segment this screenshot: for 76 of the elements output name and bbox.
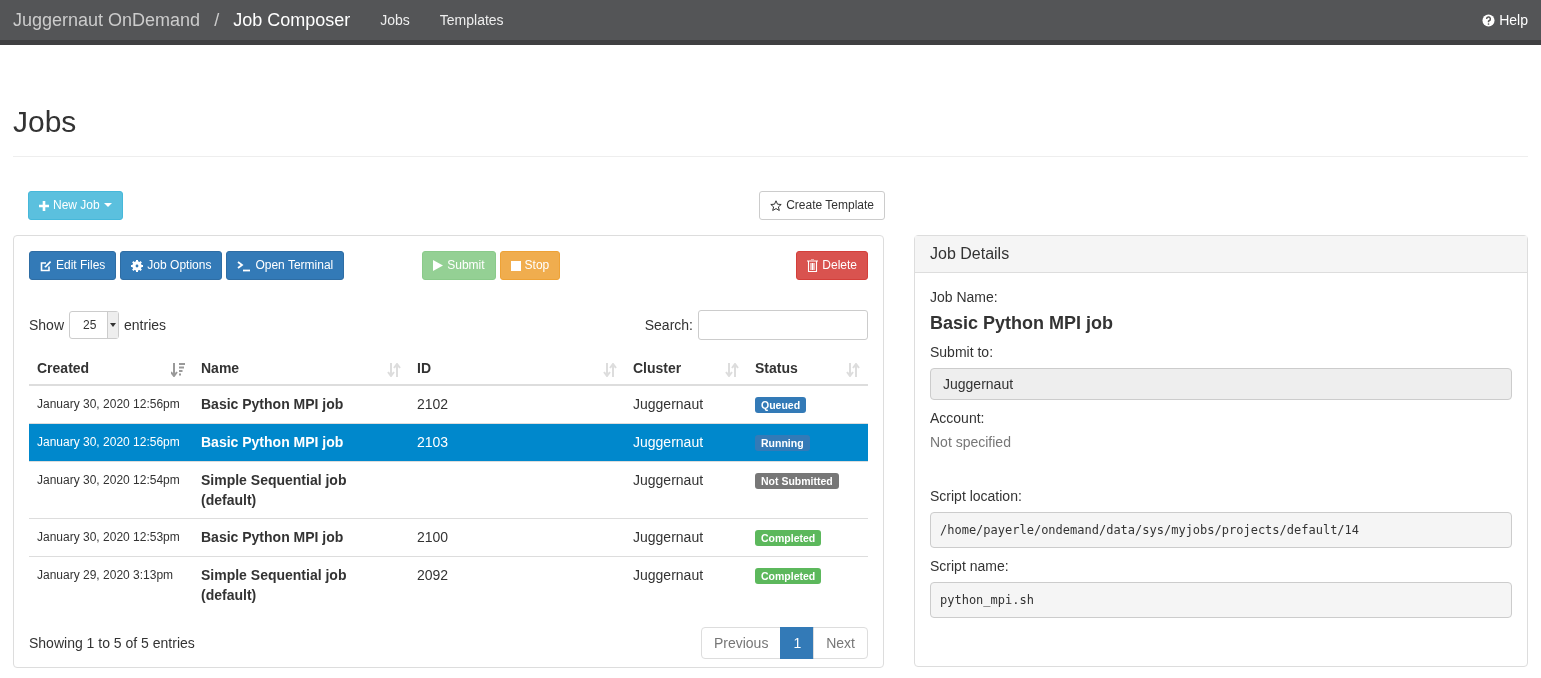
- toolbar-button[interactable]: Job Options: [120, 251, 223, 280]
- status-badge: Not Submitted: [755, 473, 839, 489]
- field-label: Account:: [930, 410, 986, 426]
- app-title-link[interactable]: Job Composer: [233, 9, 351, 31]
- trash-icon: [807, 259, 819, 272]
- table-info: Showing 1 to 5 of 5 entries: [29, 635, 195, 651]
- field-label: Submit to:: [930, 344, 995, 360]
- show-label: Show: [29, 317, 65, 333]
- code-block: python_mpi.sh: [930, 582, 1512, 618]
- readonly-field: Juggernaut: [930, 368, 1512, 400]
- job-id-cell: 2103: [417, 434, 449, 450]
- column-header[interactable]: ID: [409, 352, 625, 385]
- cluster-cell: Juggernaut: [633, 567, 704, 583]
- status-badge: Completed: [755, 568, 822, 584]
- created-cell: January 30, 2020 12:54pm: [37, 473, 180, 487]
- pagination-link[interactable]: 1: [780, 627, 815, 659]
- status-badge: Running: [755, 435, 810, 451]
- field-label: Job Name:: [930, 289, 999, 305]
- nav-link[interactable]: Templates: [439, 12, 504, 28]
- code-block: /home/payerle/ondemand/data/sys/myjobs/projects/default/14: [930, 512, 1512, 548]
- search-field[interactable]: [698, 310, 868, 340]
- cluster-cell: Juggernaut: [633, 434, 704, 450]
- star-icon: [770, 199, 783, 212]
- page-title: Jobs: [13, 105, 78, 138]
- entries-select[interactable]: 25: [69, 311, 120, 339]
- account-value: Not specified: [930, 434, 1012, 450]
- created-cell: January 29, 2020 3:13pm: [37, 568, 174, 582]
- created-cell: January 30, 2020 12:56pm: [37, 397, 180, 411]
- toolbar-button[interactable]: Delete: [796, 251, 868, 280]
- job-row[interactable]: January 30, 2020 12:54pm Simple Sequential job (default) Juggernaut Not Submitted: [29, 461, 868, 519]
- column-header[interactable]: Cluster: [625, 352, 747, 385]
- plus-icon: [39, 200, 49, 211]
- status-badge: Queued: [755, 397, 807, 413]
- field-label: Script name:: [930, 558, 1010, 574]
- created-cell: January 30, 2020 12:53pm: [37, 530, 180, 544]
- pagination-link[interactable]: Next: [813, 627, 868, 659]
- brand-link[interactable]: Juggernaut OnDemand: [13, 9, 201, 31]
- edit-icon: [40, 259, 52, 272]
- cluster-cell: Juggernaut: [633, 472, 704, 488]
- entries-label: entries: [124, 317, 167, 333]
- cluster-cell: Juggernaut: [633, 529, 704, 545]
- create-template-button[interactable]: Create Template: [759, 191, 885, 220]
- toolbar-button[interactable]: Open Terminal: [226, 251, 345, 280]
- status-badge: Completed: [755, 530, 822, 546]
- terminal-icon: [237, 259, 252, 272]
- job-id-cell: 2102: [417, 396, 449, 412]
- settings-icon: [131, 259, 144, 272]
- caret-icon: [110, 323, 117, 327]
- job-name-cell-text: Basic Python MPI job: [201, 395, 344, 414]
- job-name-cell-text: Basic Python MPI job: [201, 528, 344, 547]
- created-cell: January 30, 2020 12:56pm: [37, 435, 180, 449]
- search-label: Search:: [644, 317, 693, 333]
- column-header[interactable]: Created: [29, 352, 193, 385]
- caret-icon: [103, 203, 112, 208]
- job-name-cell-text: Simple Sequential job (default): [201, 566, 348, 605]
- stop-icon: [510, 260, 521, 271]
- column-header[interactable]: Name: [193, 352, 409, 385]
- job-name-cell-text: Basic Python MPI job: [201, 433, 344, 452]
- job-name-value: Basic Python MPI job: [930, 313, 1115, 334]
- job-row[interactable]: January 30, 2020 12:56pm Basic Python MPI job 2103 Juggernaut Running: [29, 423, 868, 462]
- job-id-cell: 2100: [417, 529, 449, 545]
- field-label: Script location:: [930, 488, 1023, 504]
- job-id-cell: 2092: [417, 567, 449, 583]
- play-icon: [433, 260, 444, 271]
- nav-link[interactable]: Jobs: [380, 12, 410, 28]
- toolbar-button[interactable]: Edit Files: [29, 251, 117, 280]
- cluster-cell: Juggernaut: [633, 396, 704, 412]
- column-header[interactable]: Status: [747, 352, 868, 385]
- job-name-cell-text: Simple Sequential job (default): [201, 471, 348, 510]
- job-row[interactable]: January 29, 2020 3:13pm Simple Sequential job (default) 2092 Juggernaut Completed: [29, 556, 868, 613]
- question-circle-icon: [1482, 13, 1496, 27]
- job-row[interactable]: January 30, 2020 12:53pm Basic Python MPI job 2100 Juggernaut Completed: [29, 518, 868, 557]
- breadcrumb-separator: /: [214, 9, 220, 31]
- help-link[interactable]: Help: [1482, 12, 1528, 28]
- job-row[interactable]: January 30, 2020 12:56pm Basic Python MPI job 2102 Juggernaut Queued: [29, 385, 868, 424]
- panel-heading: Job Details: [915, 236, 1527, 273]
